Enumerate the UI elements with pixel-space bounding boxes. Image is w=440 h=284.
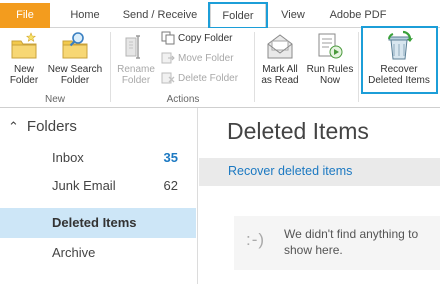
delete-folder-label: Delete Folder [178,73,239,84]
folder-item-archive[interactable]: Archive [0,239,196,267]
empty-state-message: We didn't find anything to show here. [284,227,419,257]
folder-name: Junk Email [52,178,116,193]
folder-item-junk-email[interactable]: Junk Email 62 [0,172,196,200]
rename-folder-button[interactable]: Rename Folder [114,30,158,92]
group-separator [110,32,111,102]
new-search-folder-button[interactable]: New Search Folder [44,30,106,92]
rename-folder-label-1: Rename [117,64,155,75]
tab-folder[interactable]: Folder [210,3,266,29]
folder-item-deleted-items[interactable]: Deleted Items [0,208,196,238]
folder-name: Deleted Items [52,215,137,230]
copy-icon [161,31,175,45]
new-folder-label-2: Folder [9,75,39,86]
tab-send-receive[interactable]: Send / Receive [116,3,204,28]
run-rules-now-label-2: Now [319,75,340,86]
run-rules-icon [318,33,343,59]
recover-deleted-items-label-2: Deleted Items [368,75,430,86]
recover-deleted-items-button[interactable]: Recover Deleted Items [362,30,436,92]
new-search-folder-label-2: Folder [60,75,90,86]
run-rules-now-button[interactable]: Run Rules Now [304,30,356,92]
item-count: 62 [163,178,178,193]
delete-folder-button[interactable]: Delete Folder [161,71,238,87]
copy-folder-button[interactable]: Copy Folder [161,31,232,47]
group-separator [358,32,359,102]
tab-file[interactable]: File [0,3,50,28]
ribbon: New Folder New Search Folder New Rename … [0,28,440,108]
mark-all-as-read-label-1: Mark All [262,64,298,75]
new-folder-label-1: New [13,64,34,75]
empty-state: :-) We didn't find anything to show here… [234,216,440,270]
new-search-folder-label-1: New Search [47,64,103,75]
folders-header[interactable]: ⌃ Folders [8,118,77,135]
run-rules-now-label-1: Run Rules [306,64,354,75]
copy-folder-label: Copy Folder [178,33,233,44]
new-folder-button[interactable]: New Folder [4,30,44,92]
tab-home[interactable]: Home [62,3,108,28]
chevron-up-icon[interactable]: ⌃ [8,119,19,135]
search-folder-icon [62,32,88,59]
page-title: Deleted Items [227,118,369,144]
rename-folder-icon [125,35,140,59]
envelope-open-icon [267,34,293,59]
actions-group-label: Actions [166,94,200,105]
folder-pane: ⌃ Folders Inbox 35 Junk Email 62 Deleted … [0,108,198,284]
tab-adobe-pdf[interactable]: Adobe PDF [322,3,394,28]
rename-folder-label-2: Folder [121,75,151,86]
tab-view[interactable]: View [274,3,312,28]
recover-deleted-items-link[interactable]: Recover deleted items [228,164,352,178]
folder-name: Inbox [52,150,84,165]
delete-icon [161,72,175,84]
mark-all-as-read-label-2: as Read [261,75,299,86]
recover-deleted-items-icon [388,30,413,60]
folder-item-inbox[interactable]: Inbox 35 [0,144,196,172]
folders-header-label: Folders [26,118,77,135]
move-icon [161,52,175,64]
move-folder-button[interactable]: Move Folder [161,51,234,67]
new-group-label: New [44,94,65,105]
mark-all-as-read-button[interactable]: Mark All as Read [258,30,302,92]
folder-name: Archive [52,245,96,260]
move-folder-label: Move Folder [178,53,234,64]
unread-count: 35 [163,150,178,165]
message-list-pane: Deleted Items Recover deleted items :-) … [199,108,440,284]
group-separator [254,32,255,102]
new-folder-icon [11,32,37,59]
recover-bar: Recover deleted items [199,158,440,186]
smiley-icon: :-) [246,230,266,249]
recover-deleted-items-label-1: Recover [380,64,418,75]
ribbon-tab-strip: File Home Send / Receive Folder View Ado… [0,0,440,29]
